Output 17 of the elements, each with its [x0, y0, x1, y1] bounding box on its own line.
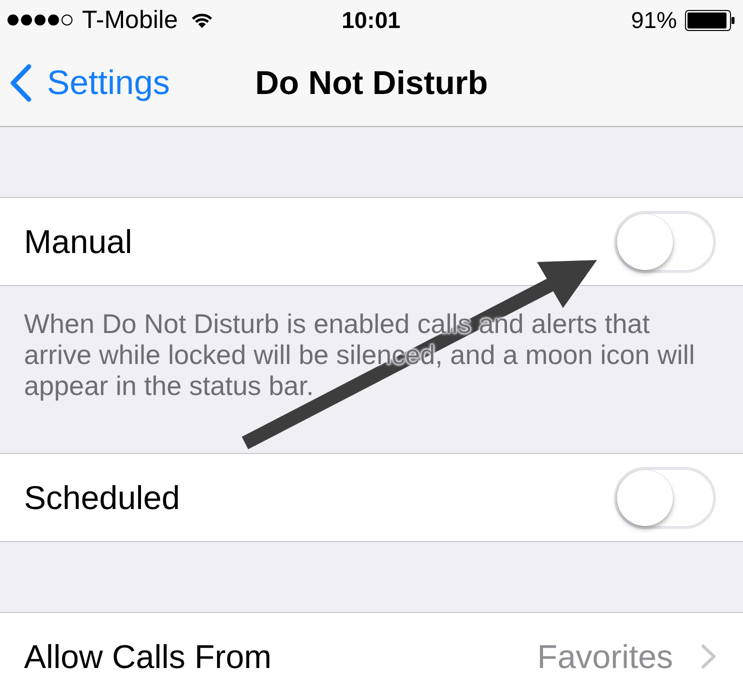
- page-title: Do Not Disturb: [255, 64, 488, 102]
- settings-row[interactable]: Allow Calls From Favorites: [0, 612, 743, 680]
- back-button[interactable]: Settings: [10, 64, 170, 102]
- row-value: Favorites: [537, 638, 673, 676]
- toggle-switch[interactable]: [614, 466, 716, 528]
- toggle-switch[interactable]: [614, 210, 716, 272]
- row-label: Manual: [24, 222, 134, 260]
- row-label: Scheduled: [24, 478, 181, 516]
- battery-icon: [685, 10, 735, 30]
- carrier-name: T-Mobile: [82, 6, 178, 34]
- row-label: Allow Calls From: [24, 638, 273, 676]
- battery-percent: 91%: [630, 6, 677, 34]
- back-chevron-icon: [10, 64, 32, 102]
- wifi-icon: [192, 12, 213, 28]
- chevron-icon: [701, 644, 716, 669]
- signal-icon: [7, 14, 73, 26]
- status-time: 10:01: [342, 6, 400, 34]
